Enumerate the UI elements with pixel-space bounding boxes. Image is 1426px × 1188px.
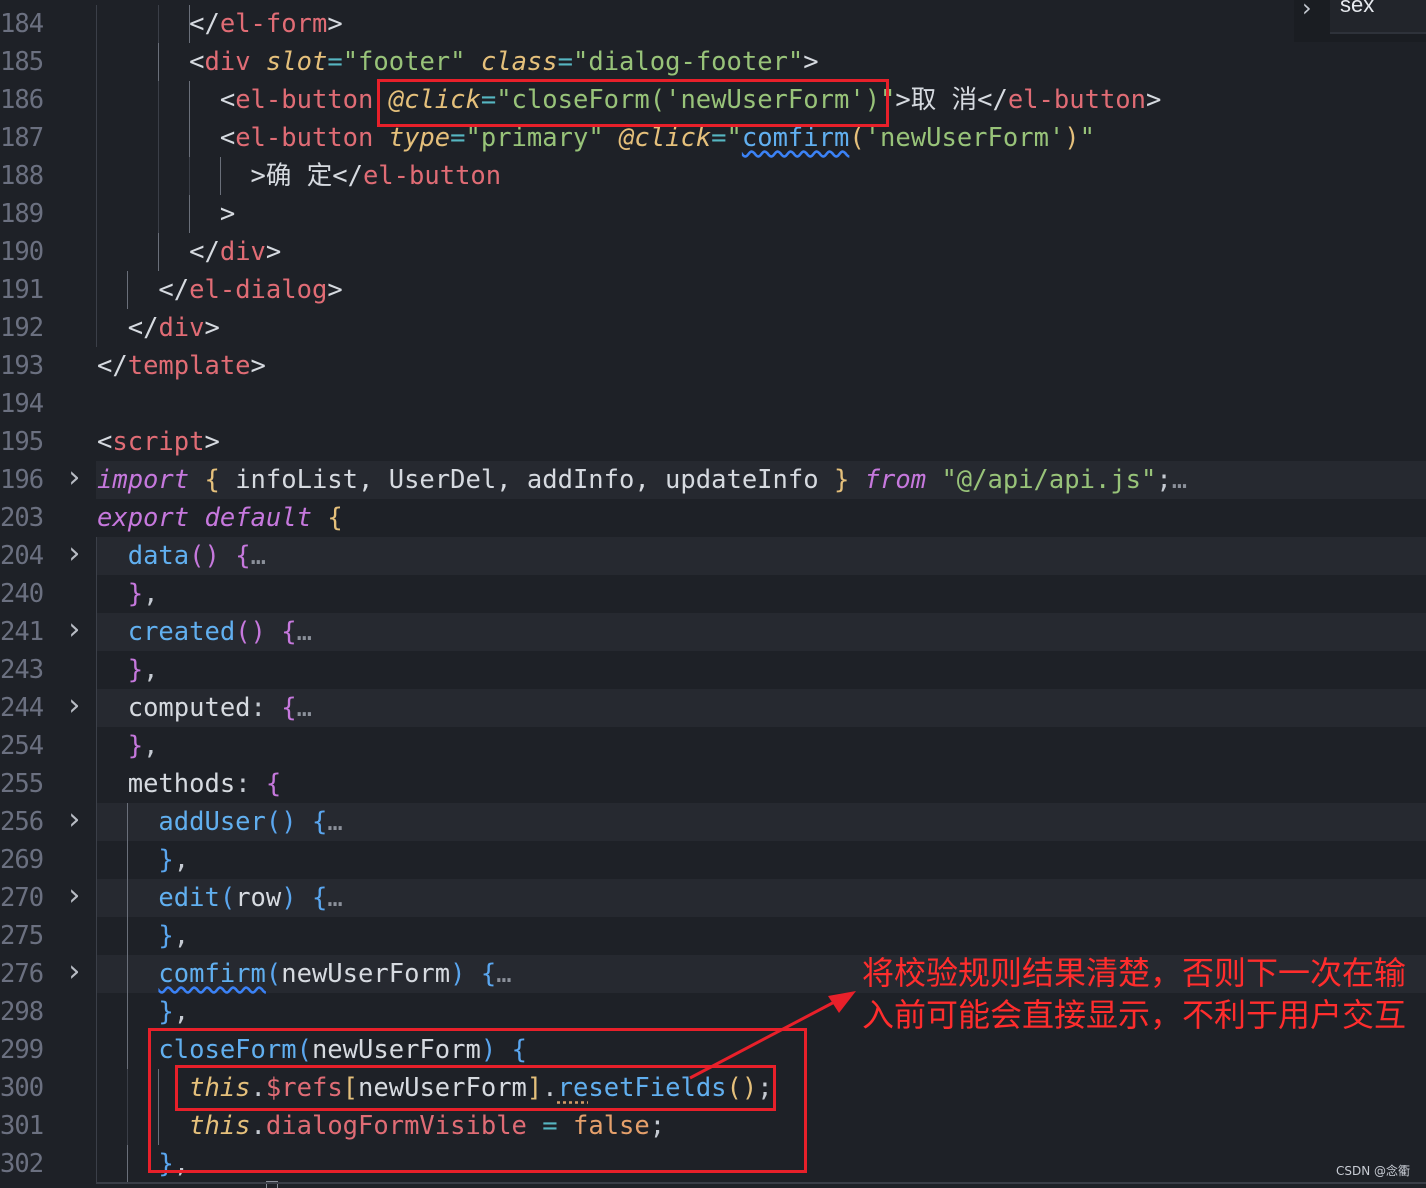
annotation-note: 将校验规则结果清楚，否则下一次在输入前可能会直接显示，不利于用户交互 <box>862 954 1407 1034</box>
watermark: CSDN @念衢 <box>1335 1164 1410 1178</box>
editor-bottom-rule <box>96 1182 1426 1184</box>
